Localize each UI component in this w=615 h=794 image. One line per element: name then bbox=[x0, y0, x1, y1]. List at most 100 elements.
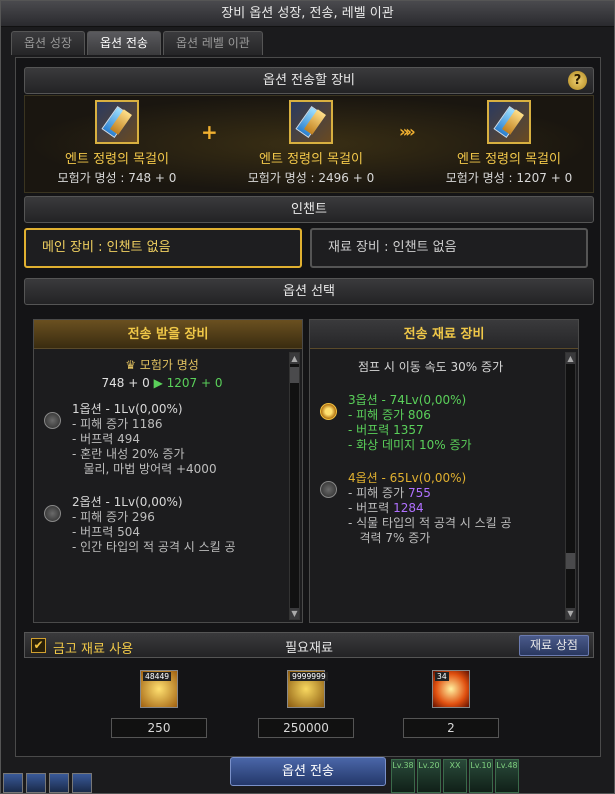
option-1-line: - 혼란 내성 20% 증가 bbox=[72, 447, 185, 461]
scroll-down-icon[interactable]: ▼ bbox=[290, 608, 299, 619]
material-item[interactable]: 34 2 bbox=[403, 670, 499, 738]
transfer-equipment-title: 옵션 전송할 장비 bbox=[263, 73, 355, 88]
option-4-buff-label: - 버프력 bbox=[348, 501, 394, 515]
receive-equipment-panel: 전송 받을 장비 ♛ 모험가 명성 748 + 0 ▶ 1207 + 0 1옵션… bbox=[33, 319, 303, 623]
gold-coins-icon: 9999999 bbox=[287, 670, 328, 708]
option-3-radio[interactable] bbox=[320, 403, 337, 420]
hud-party-slots: Lv.38 Lv.20 XX Lv.10 Lv.48 bbox=[391, 759, 519, 793]
result-equipment-name: 엔트 정령의 목걸이 bbox=[457, 152, 561, 167]
necklace-icon bbox=[95, 100, 139, 144]
plus-icon: + bbox=[201, 120, 218, 144]
fame-after: 1207 + 0 bbox=[166, 376, 223, 390]
option-4-damage-value: 755 bbox=[407, 486, 431, 500]
option-growth-window: 장비 옵션 성장, 전송, 레벨 이관 옵션 성장 옵션 전송 옵션 레벨 이관… bbox=[0, 0, 615, 794]
option-2-radio[interactable] bbox=[44, 505, 61, 522]
receive-equipment-options: ♛ 모험가 명성 748 + 0 ▶ 1207 + 0 1옵션 - 1Lv(0,… bbox=[34, 350, 288, 622]
left-scrollbar[interactable]: ▲ ▼ bbox=[289, 352, 300, 620]
tab-bar: 옵션 성장 옵션 전송 옵션 레벨 이관 bbox=[11, 31, 263, 55]
scroll-up-icon[interactable]: ▲ bbox=[290, 353, 299, 364]
material-count: 250 bbox=[111, 718, 207, 738]
gold-gem-icon: 48449 bbox=[140, 670, 178, 708]
tab-option-transfer[interactable]: 옵션 전송 bbox=[86, 31, 161, 55]
option-3-line: - 화상 데미지 10% 증가 bbox=[348, 438, 472, 452]
material-shop-button[interactable]: 재료 상점 bbox=[519, 635, 589, 656]
material-equipment-panel: 전송 재료 장비 점프 시 이동 속도 30% 증가 3옵션 - 74Lv(0,… bbox=[309, 319, 579, 623]
option-4-line: - 버프력 1284 bbox=[348, 501, 558, 516]
fire-orb-icon: 34 bbox=[432, 670, 470, 708]
main-equipment-enchant[interactable]: 메인 장비 : 인챈트 없음 bbox=[24, 228, 302, 268]
fame-summary: ♛ 모험가 명성 748 + 0 ▶ 1207 + 0 bbox=[42, 356, 282, 390]
skill-slot-icon[interactable] bbox=[72, 773, 92, 793]
required-materials-title: 필요재료 bbox=[285, 641, 333, 656]
target-equipment-name: 엔트 정령의 목걸이 bbox=[65, 152, 169, 167]
window-title: 장비 옵션 성장, 전송, 레벨 이관 bbox=[1, 1, 614, 27]
option-4-line: - 피해 증가 755 bbox=[348, 486, 558, 501]
material-equipment-options: 점프 시 이동 속도 30% 증가 3옵션 - 74Lv(0,00%) - 피해… bbox=[310, 350, 564, 622]
target-equipment[interactable]: 엔트 정령의 목걸이 모험가 명성 : 748 + 0 bbox=[27, 100, 207, 186]
main-panel: 옵션 전송할 장비 ? 엔트 정령의 목걸이 모험가 명성 : 748 + 0 … bbox=[15, 57, 601, 757]
materials-bar: ✔ 금고 재료 사용 필요재료 재료 상점 bbox=[24, 632, 594, 658]
help-icon[interactable]: ? bbox=[568, 71, 587, 90]
material-equipment-fame: 모험가 명성 : 2496 + 0 bbox=[247, 171, 375, 185]
material-stock: 34 bbox=[435, 672, 449, 681]
receive-equipment-header: 전송 받을 장비 bbox=[34, 320, 302, 349]
skill-slot-icon[interactable] bbox=[49, 773, 69, 793]
triple-arrow-icon: »» bbox=[399, 122, 416, 141]
option-4[interactable]: 4옵션 - 65Lv(0,00%) - 피해 증가 755 - 버프력 1284… bbox=[318, 471, 558, 546]
material-item[interactable]: 48449 250 bbox=[111, 670, 207, 738]
result-equipment: 엔트 정령의 목걸이 모험가 명성 : 1207 + 0 bbox=[419, 100, 599, 186]
option-4-radio[interactable] bbox=[320, 481, 337, 498]
fame-arrow-icon: ▶ bbox=[153, 376, 163, 390]
fame-before: 748 + 0 bbox=[101, 376, 150, 390]
material-equipment-name: 엔트 정령의 목걸이 bbox=[259, 152, 363, 167]
right-scrollbar[interactable]: ▲ ▼ bbox=[565, 352, 576, 620]
option-4-title: 4옵션 - 65Lv(0,00%) bbox=[348, 471, 467, 485]
material-count: 2 bbox=[403, 718, 499, 738]
option-transfer-button[interactable]: 옵션 전송 bbox=[230, 757, 386, 786]
option-1-line: 물리, 마법 방어력 +4000 bbox=[72, 462, 217, 476]
option-4-line: 격력 7% 증가 bbox=[348, 531, 431, 545]
option-2[interactable]: 2옵션 - 1Lv(0,00%) - 피해 증가 296 - 버프력 504 -… bbox=[42, 495, 282, 555]
option-1-line: - 버프력 494 bbox=[72, 432, 140, 446]
material-equipment-enchant[interactable]: 재료 장비 : 인챈트 없음 bbox=[310, 228, 588, 268]
hud-skill-slots bbox=[3, 773, 92, 793]
scroll-down-icon[interactable]: ▼ bbox=[566, 608, 575, 619]
option-4-buff-value: 1284 bbox=[393, 501, 424, 515]
option-3[interactable]: 3옵션 - 74Lv(0,00%) - 피해 증가 806 - 버프력 1357… bbox=[318, 393, 558, 453]
option-1[interactable]: 1옵션 - 1Lv(0,00%) - 피해 증가 1186 - 버프력 494 … bbox=[42, 402, 282, 477]
result-equipment-fame: 모험가 명성 : 1207 + 0 bbox=[445, 171, 573, 185]
skill-slot-icon[interactable] bbox=[26, 773, 46, 793]
option-4-line: - 식물 타입의 적 공격 시 스킬 공 bbox=[348, 516, 512, 530]
necklace-icon bbox=[487, 100, 531, 144]
skill-slot-icon[interactable] bbox=[3, 773, 23, 793]
option-3-title: 3옵션 - 74Lv(0,00%) bbox=[348, 393, 467, 407]
material-item[interactable]: 9999999 250000 bbox=[258, 670, 354, 738]
party-slot[interactable]: Lv.10 bbox=[469, 759, 493, 793]
fame-title: 모험가 명성 bbox=[139, 358, 199, 372]
material-equipment-header: 전송 재료 장비 bbox=[310, 320, 578, 349]
scroll-thumb[interactable] bbox=[566, 553, 575, 569]
necklace-icon bbox=[289, 100, 333, 144]
option-select-header: 옵션 선택 bbox=[24, 278, 594, 305]
material-count: 250000 bbox=[258, 718, 354, 738]
party-slot[interactable]: Lv.20 bbox=[417, 759, 441, 793]
party-slot[interactable]: XX bbox=[443, 759, 467, 793]
material-equipment[interactable]: 엔트 정령의 목걸이 모험가 명성 : 2496 + 0 bbox=[221, 100, 401, 186]
equipment-row: 엔트 정령의 목걸이 모험가 명성 : 748 + 0 + 엔트 정령의 목걸이… bbox=[24, 95, 594, 193]
option-1-radio[interactable] bbox=[44, 412, 61, 429]
scroll-thumb[interactable] bbox=[290, 367, 299, 383]
option-3-line: - 피해 증가 806 bbox=[348, 408, 431, 422]
tab-option-level-transfer[interactable]: 옵션 레벨 이관 bbox=[162, 31, 263, 55]
enchant-header: 인챈트 bbox=[24, 196, 594, 223]
option-3-line: - 버프력 1357 bbox=[348, 423, 424, 437]
option-2-line: - 인간 타입의 적 공격 시 스킬 공 bbox=[72, 540, 236, 554]
option-2-line: - 피해 증가 296 bbox=[72, 510, 155, 524]
party-slot[interactable]: Lv.48 bbox=[495, 759, 519, 793]
option-2-title: 2옵션 - 1Lv(0,00%) bbox=[72, 495, 183, 509]
option-1-line: - 피해 증가 1186 bbox=[72, 417, 163, 431]
tab-option-growth[interactable]: 옵션 성장 bbox=[11, 31, 85, 55]
transfer-equipment-header: 옵션 전송할 장비 ? bbox=[24, 67, 594, 94]
scroll-up-icon[interactable]: ▲ bbox=[566, 353, 575, 364]
party-slot[interactable]: Lv.38 bbox=[391, 759, 415, 793]
option-4-damage-label: - 피해 증가 bbox=[348, 486, 408, 500]
